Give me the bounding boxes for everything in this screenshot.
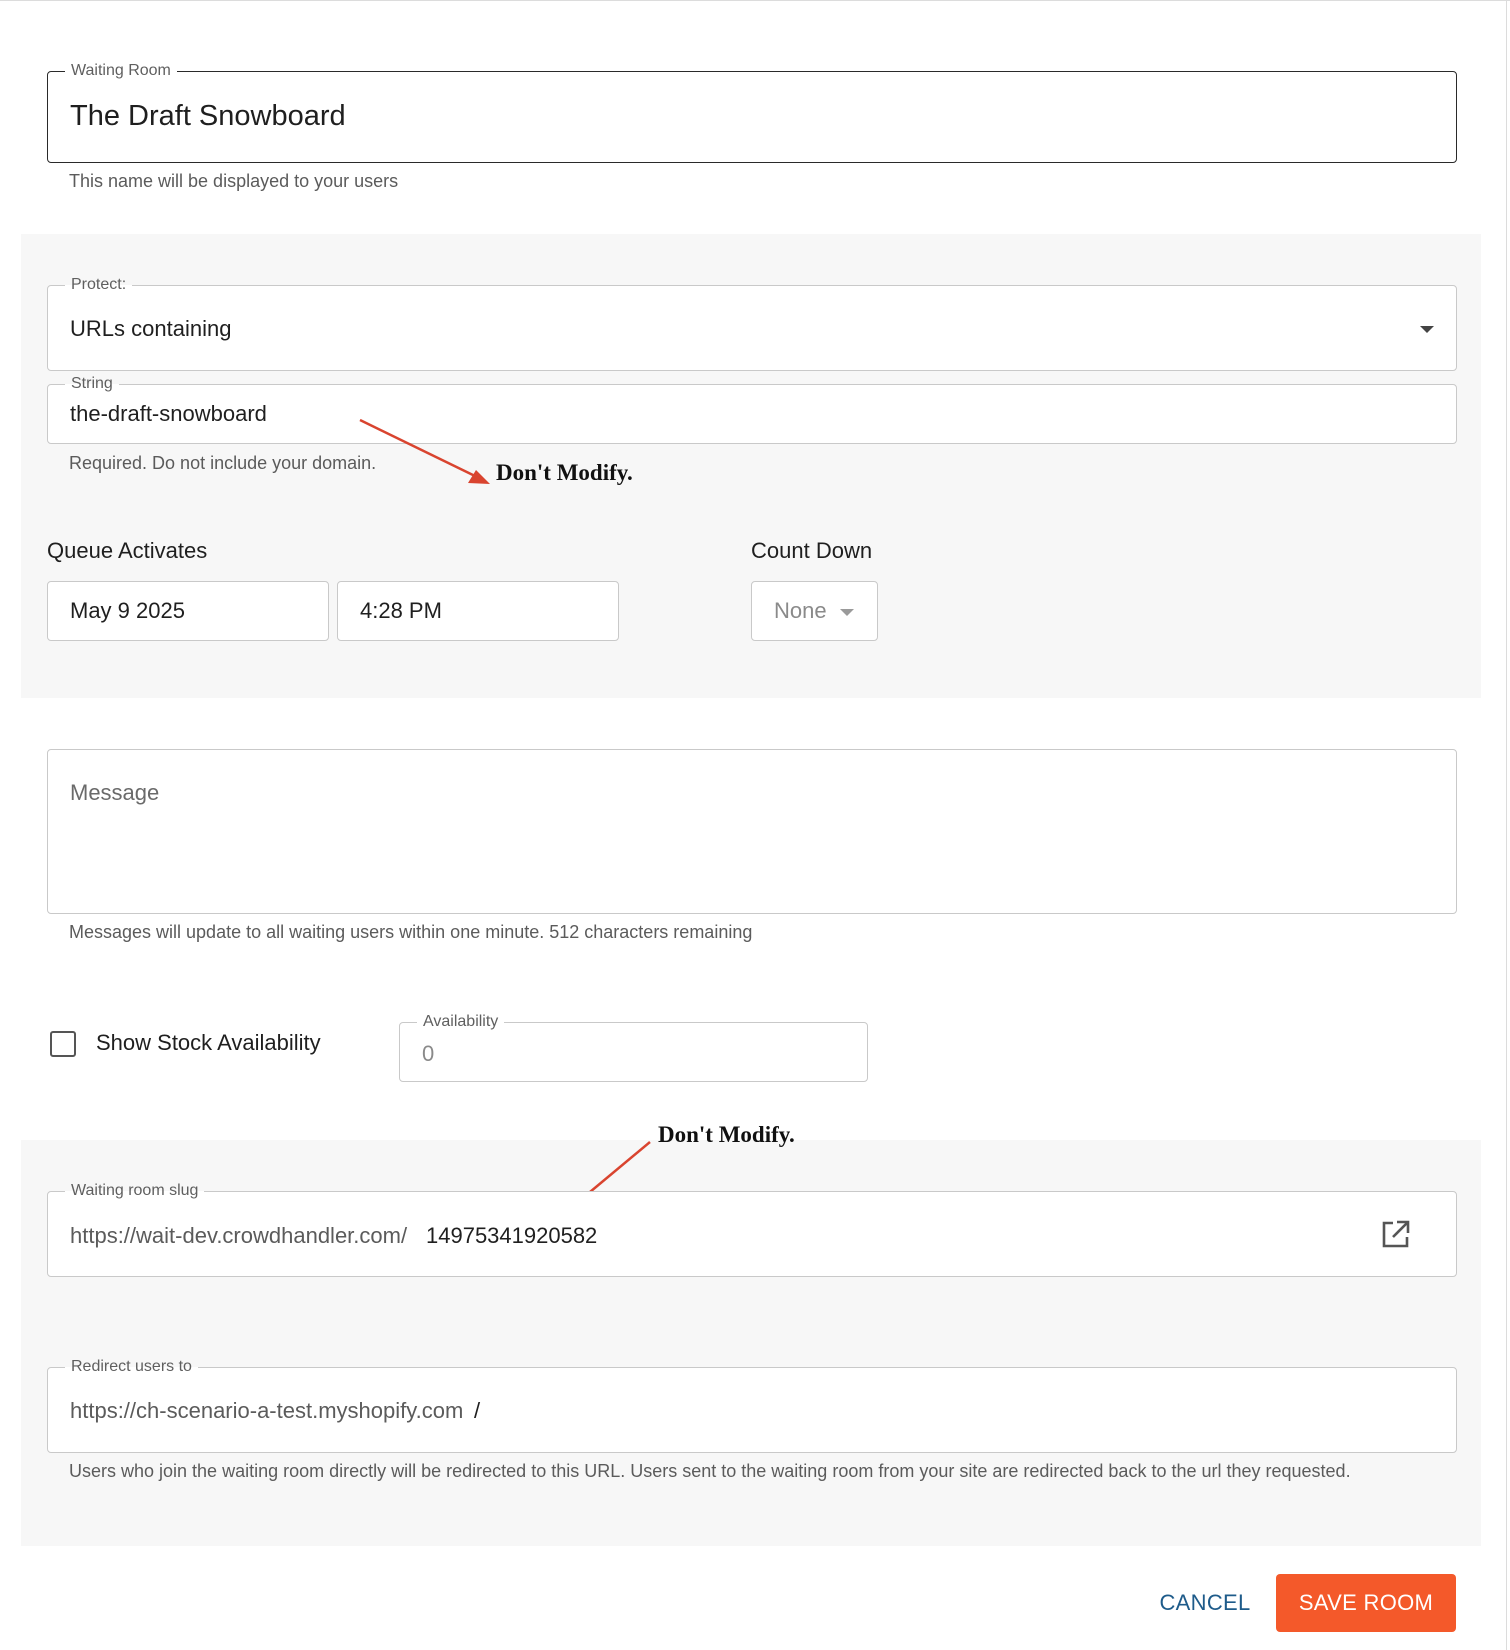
- queue-time-input[interactable]: 4:28 PM: [337, 581, 619, 641]
- availability-value: 0: [422, 1041, 435, 1066]
- availability-input[interactable]: Availability 0: [399, 1012, 868, 1082]
- queue-date-value: May 9 2025: [70, 598, 185, 623]
- slug-prefix: https://wait-dev.crowdhandler.com/: [70, 1223, 408, 1248]
- message-textarea[interactable]: Message: [47, 749, 1457, 914]
- annotation-dont-modify-2: Don't Modify.: [658, 1122, 795, 1147]
- redirect-label: Redirect users to: [65, 1357, 198, 1377]
- save-room-button[interactable]: SAVE ROOM: [1276, 1574, 1456, 1632]
- slug-label: Waiting room slug: [65, 1181, 205, 1201]
- redirect-helper: Users who join the waiting room directly…: [69, 1461, 1351, 1481]
- show-stock-label: Show Stock Availability: [96, 1030, 321, 1055]
- queue-time-value: 4:28 PM: [360, 598, 442, 623]
- redirect-value: /: [474, 1398, 481, 1423]
- redirect-prefix: https://ch-scenario-a-test.myshopify.com: [70, 1398, 464, 1423]
- message-helper: Messages will update to all waiting user…: [69, 922, 753, 942]
- count-down-select[interactable]: None: [751, 581, 878, 641]
- availability-label: Availability: [417, 1012, 505, 1032]
- queue-date-input[interactable]: May 9 2025: [47, 581, 329, 641]
- external-link-icon[interactable]: [1378, 1218, 1412, 1252]
- chevron-down-icon: [840, 609, 854, 616]
- annotation-dont-modify-1: Don't Modify.: [496, 460, 633, 485]
- slug-value: 14975341920582: [426, 1223, 598, 1248]
- cancel-button[interactable]: CANCEL: [1150, 1574, 1260, 1632]
- count-down-value: None: [774, 598, 827, 623]
- slug-field[interactable]: Waiting room slug https://wait-dev.crowd…: [47, 1181, 1457, 1277]
- queue-activates-label: Queue Activates: [47, 538, 208, 563]
- message-placeholder: Message: [70, 780, 160, 805]
- show-stock-checkbox[interactable]: [50, 1031, 76, 1057]
- redirect-field[interactable]: Redirect users to https://ch-scenario-a-…: [47, 1357, 1457, 1453]
- count-down-label: Count Down: [751, 538, 873, 563]
